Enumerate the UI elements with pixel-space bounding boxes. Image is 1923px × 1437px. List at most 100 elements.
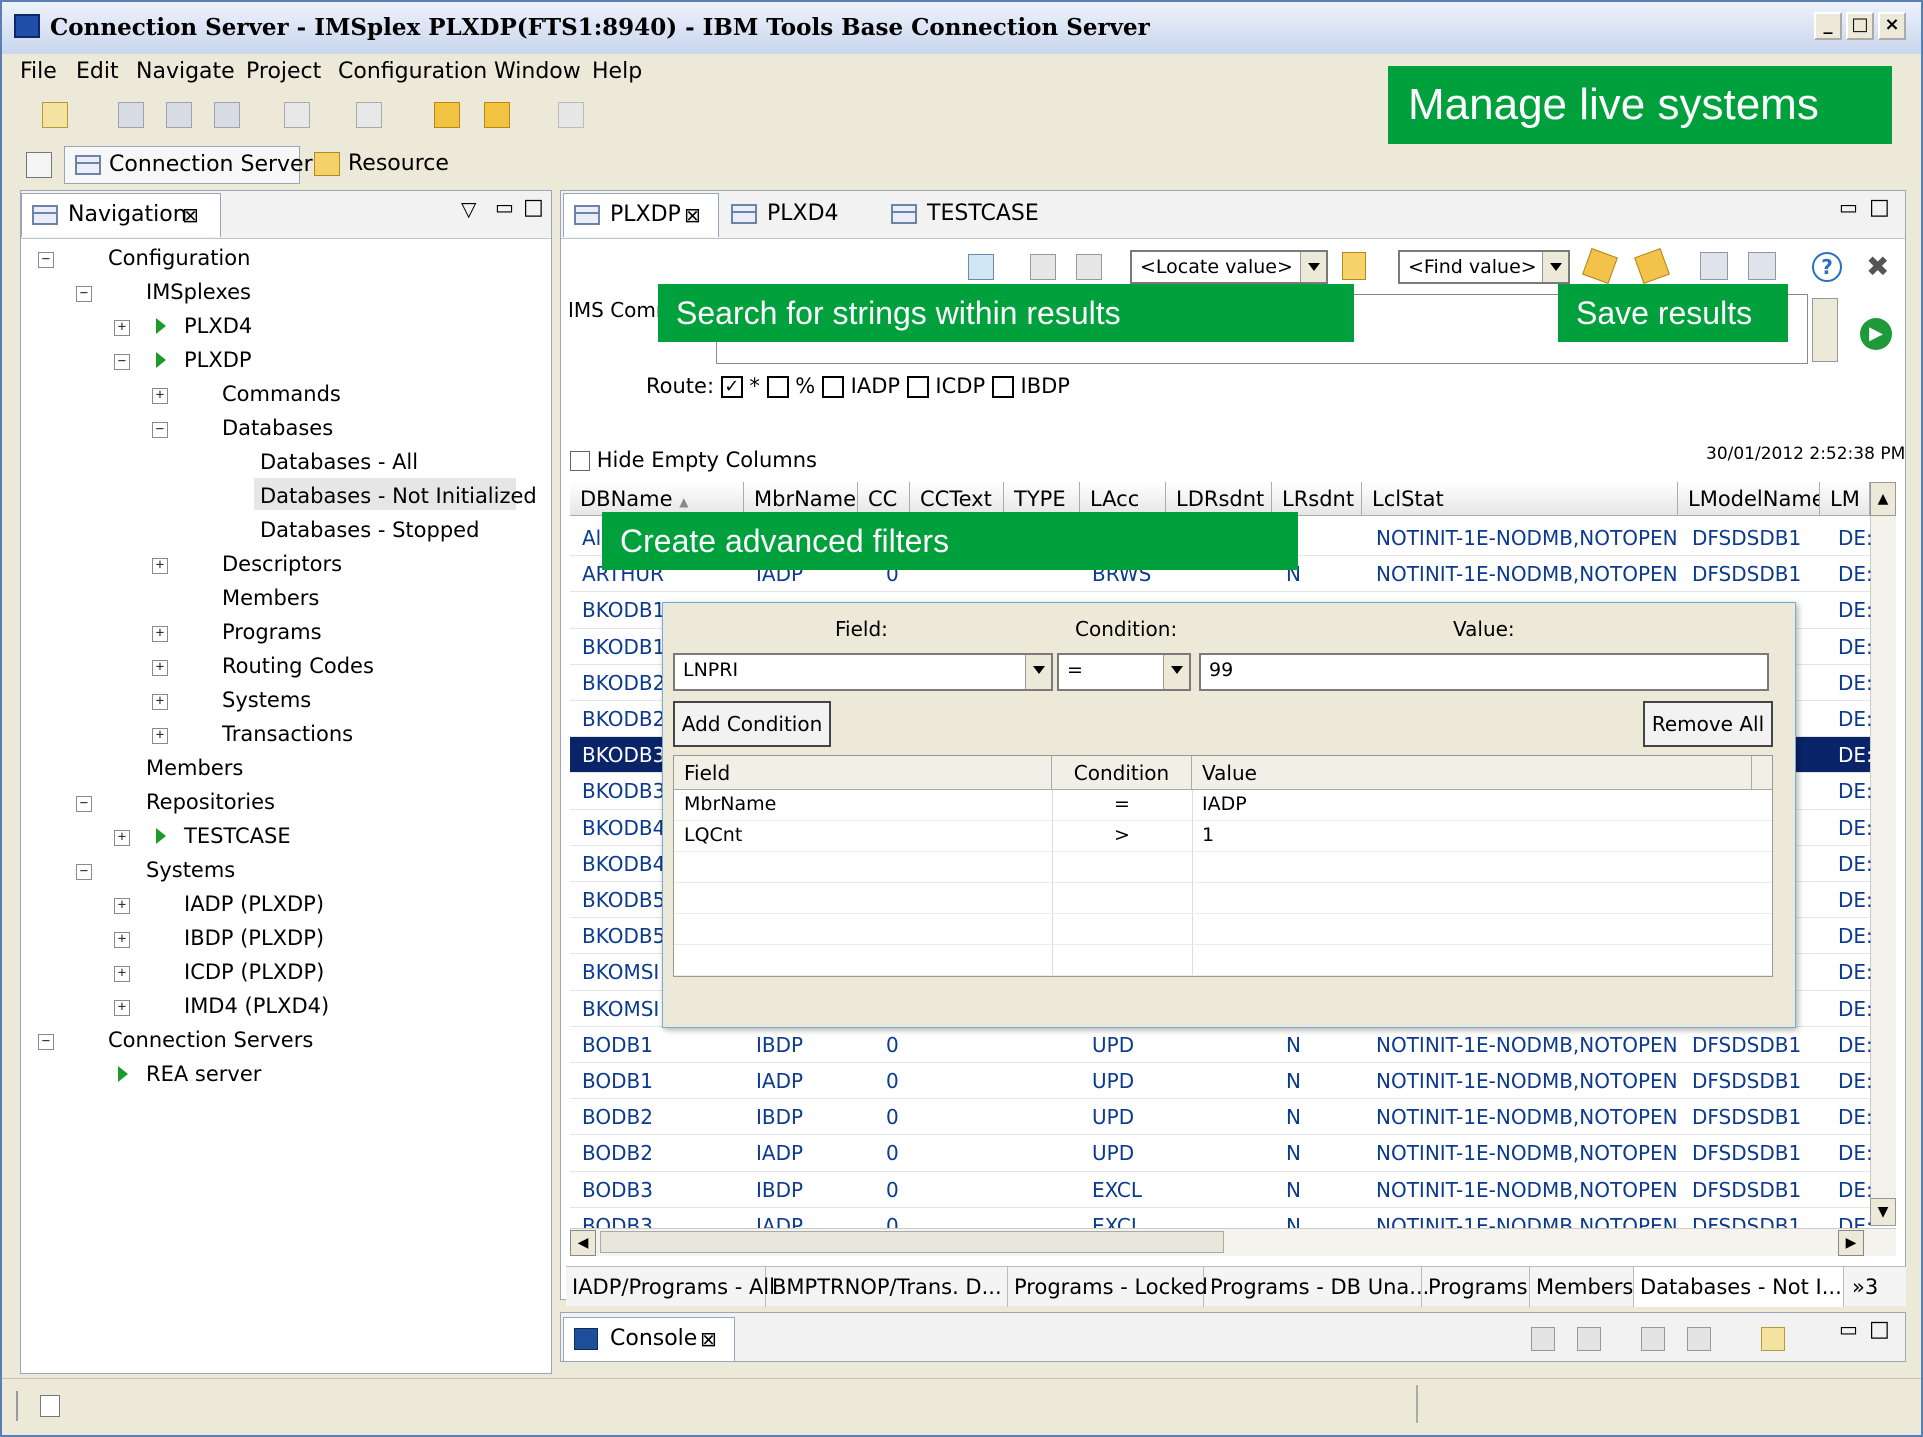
collapse-icon[interactable]: − [76, 864, 92, 880]
menu-configuration[interactable]: Configuration [338, 54, 487, 90]
collapse-icon[interactable]: − [38, 1034, 54, 1050]
route-checkbox-iadp[interactable] [821, 376, 844, 398]
tree-item-testcase[interactable]: TESTCASE [184, 822, 291, 850]
expand-icon[interactable]: + [114, 966, 130, 982]
column-header-lclstat[interactable]: LclStat [1362, 482, 1678, 516]
back-icon[interactable] [484, 102, 510, 128]
tab-plxdp[interactable]: PLXDP ⊠ [563, 193, 719, 237]
tree-item-routing-codes[interactable]: Routing Codes [222, 652, 374, 680]
tree-item-commands[interactable]: Commands [222, 380, 341, 408]
tab-plxd4[interactable]: PLXD4 [721, 193, 877, 237]
expand-icon[interactable]: + [152, 694, 168, 710]
scroll-up-icon[interactable]: ▲ [1870, 482, 1896, 516]
tree-item-imsplexes[interactable]: IMSplexes [146, 278, 251, 306]
tree-item-rea-server[interactable]: REA server [146, 1060, 261, 1088]
tree-item-icdp[interactable]: ICDP (PLXDP) [184, 958, 324, 986]
menu-file[interactable]: File [20, 54, 57, 90]
tree-item-databases-stopped[interactable]: Databases - Stopped [260, 516, 479, 544]
save-icon[interactable] [118, 102, 144, 128]
tree-item-programs[interactable]: Programs [222, 618, 322, 646]
copy-icon[interactable] [1030, 254, 1056, 280]
conditions-header-condition[interactable]: Condition [1052, 756, 1192, 790]
locate-value-combo[interactable]: <Locate value> [1130, 250, 1328, 284]
column-header-lrsdnt[interactable]: LRsdnt [1272, 482, 1362, 516]
view-menu-icon[interactable]: ▽ [461, 197, 476, 221]
conditions-header-field[interactable]: Field [674, 756, 1052, 790]
scroll-left-icon[interactable]: ◀ [570, 1230, 596, 1256]
column-header-cc[interactable]: CC [858, 482, 910, 516]
expand-icon[interactable]: + [152, 728, 168, 744]
column-header-mbrname[interactable]: MbrName [744, 482, 858, 516]
expand-icon[interactable]: + [152, 660, 168, 676]
menu-project[interactable]: Project [246, 54, 321, 90]
menu-window[interactable]: Window [494, 54, 581, 90]
save-results-icon[interactable] [1748, 252, 1776, 280]
tree-item-members-top[interactable]: Members [146, 754, 243, 782]
expand-icon[interactable]: + [152, 388, 168, 404]
vertical-scrollbar[interactable] [1870, 516, 1896, 1224]
close-tab-icon[interactable]: ⊠ [684, 194, 701, 236]
tab-navigation[interactable]: Navigation ⊠ [21, 193, 221, 237]
close-window-button[interactable]: × [1878, 12, 1906, 40]
hide-empty-checkbox[interactable] [570, 451, 590, 471]
minimize-view-icon[interactable]: ▭ [1839, 195, 1858, 219]
dropdown-arrow-icon[interactable] [1163, 655, 1189, 689]
expand-icon[interactable]: + [114, 830, 130, 846]
tree-item-connection-servers[interactable]: Connection Servers [108, 1026, 313, 1054]
refresh-icon[interactable] [968, 254, 994, 280]
print-icon[interactable] [214, 102, 240, 128]
result-tab-programs-locked[interactable]: Programs - Locked [1008, 1267, 1208, 1307]
find-value-combo[interactable]: <Find value> [1398, 250, 1570, 284]
field-select[interactable]: LNPRI [673, 653, 1053, 691]
expand-icon[interactable]: + [114, 320, 130, 336]
tab-console[interactable]: Console ⊠ [563, 1317, 735, 1361]
tree-item-repositories[interactable]: Repositories [146, 788, 275, 816]
column-header-ldrsdnt[interactable]: LDRsdnt [1166, 482, 1272, 516]
column-header-type[interactable]: TYPE [1004, 482, 1080, 516]
tree-item-databases-not-initialized[interactable]: Databases - Not Initialized [260, 482, 537, 510]
perspective-connection-server[interactable]: Connection Server [64, 146, 313, 184]
open-console-icon[interactable] [1761, 1327, 1785, 1351]
clear-console-icon[interactable] [1531, 1327, 1555, 1351]
tree-item-systems[interactable]: Systems [222, 686, 311, 714]
column-header-dbname[interactable]: DBName ▲ [570, 482, 744, 516]
tree-item-members[interactable]: Members [222, 584, 319, 612]
help-icon[interactable]: ? [1812, 252, 1842, 282]
column-header-lacc[interactable]: LAcc [1080, 482, 1166, 516]
display-console-icon[interactable] [1687, 1327, 1711, 1351]
more-tabs-indicator[interactable]: »3 [1846, 1267, 1902, 1307]
tree-item-configuration[interactable]: Configuration [108, 244, 250, 272]
tree-item-plxdp[interactable]: PLXDP [184, 346, 252, 374]
tree-item-plxd4[interactable]: PLXD4 [184, 312, 252, 340]
result-tab-members[interactable]: Members [1530, 1267, 1634, 1307]
result-tab-databases-not-initialized[interactable]: Databases - Not I... [1634, 1267, 1844, 1307]
collapse-icon[interactable]: − [76, 796, 92, 812]
collapse-icon[interactable]: − [114, 354, 130, 370]
tree-item-imd4[interactable]: IMD4 (PLXD4) [184, 992, 329, 1020]
scroll-down-icon[interactable]: ▼ [1870, 1198, 1896, 1226]
horizontal-scrollbar[interactable]: ◀ ▶ [570, 1228, 1896, 1256]
tree-item-descriptors[interactable]: Descriptors [222, 550, 342, 578]
new-icon[interactable] [42, 102, 68, 128]
copy-results-icon[interactable] [1700, 252, 1728, 280]
tree-item-systems-top[interactable]: Systems [146, 856, 235, 884]
save-all-icon[interactable] [166, 102, 192, 128]
route-checkbox-star[interactable]: ✓ [720, 376, 743, 398]
route-checkbox-ibdp[interactable] [991, 376, 1014, 398]
expand-icon[interactable]: + [152, 558, 168, 574]
condition-row[interactable]: LQCnt >1 [674, 821, 1772, 852]
value-input[interactable]: 99 [1199, 653, 1769, 691]
conditions-header-value[interactable]: Value [1192, 756, 1752, 790]
result-tab-programs-db-una[interactable]: Programs - DB Una... [1204, 1267, 1429, 1307]
perspective-resource[interactable]: Resource [310, 146, 450, 184]
dropdown-arrow-icon[interactable] [1542, 252, 1568, 282]
remove-all-button[interactable]: Remove All [1643, 701, 1773, 747]
minimize-button[interactable]: _ [1814, 12, 1842, 40]
maximize-view-icon[interactable]: □ [523, 195, 544, 220]
tree-item-databases[interactable]: Databases [222, 414, 333, 442]
minimize-view-icon[interactable]: ▭ [1839, 1317, 1858, 1341]
route-checkbox-percent[interactable] [766, 376, 789, 398]
prev-annotation-icon[interactable] [356, 102, 382, 128]
dropdown-arrow-icon[interactable] [1300, 252, 1326, 282]
tree-item-transactions[interactable]: Transactions [222, 720, 353, 748]
